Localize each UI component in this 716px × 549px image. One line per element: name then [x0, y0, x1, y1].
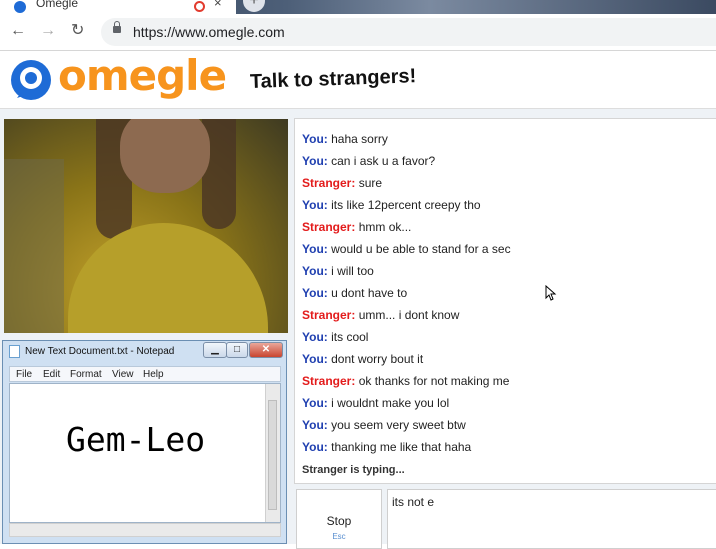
chat-message: You: i wouldnt make you lol — [302, 396, 450, 410]
scroll-thumb[interactable] — [268, 400, 277, 510]
chat-message: You: thanking me like that haha — [302, 440, 472, 454]
maximize-button[interactable]: □ — [226, 342, 248, 358]
chat-message: You: can i ask u a favor? — [302, 154, 436, 168]
tagline: Talk to strangers! — [249, 65, 417, 93]
chat-message: Stranger: umm... i dont know — [302, 308, 460, 322]
menu-format[interactable]: Format — [70, 369, 102, 380]
browser-toolbar: ← → ↻ https://www.omegle.com — [0, 14, 716, 51]
chat-message: Stranger: sure — [302, 176, 383, 190]
address-bar[interactable]: https://www.omegle.com — [101, 18, 716, 46]
horizontal-scrollbar[interactable] — [9, 523, 281, 537]
browser-tab-strip: Omegle × + — [0, 0, 716, 14]
forward-icon[interactable]: → — [40, 23, 56, 39]
lock-icon — [113, 21, 121, 33]
back-icon[interactable]: ← — [10, 23, 26, 39]
menu-edit[interactable]: Edit — [43, 369, 60, 380]
chat-message: You: haha sorry — [302, 132, 388, 146]
chat-message: You: u dont have to — [302, 286, 408, 300]
close-button[interactable]: ✕ — [249, 342, 283, 358]
notepad-text-area[interactable]: Gem-Leo — [9, 383, 281, 523]
menu-help[interactable]: Help — [143, 369, 164, 380]
tab-title: Omegle — [36, 0, 79, 10]
recording-icon — [194, 1, 205, 12]
chat-message: You: its like 12percent creepy tho — [302, 198, 481, 212]
message-input-text[interactable]: its not e — [392, 495, 434, 509]
logo-text[interactable]: omegle — [58, 51, 227, 100]
chat-message: You: you seem very sweet btw — [302, 418, 466, 432]
site-header: omegle Talk to strangers! — [0, 51, 716, 109]
stranger-video — [4, 119, 288, 333]
stop-key-hint: Esc — [332, 532, 346, 541]
chat-message: You: would u be able to stand for a sec — [302, 242, 511, 256]
chat-message: You: its cool — [302, 330, 369, 344]
stop-button[interactable]: Stop Esc — [296, 489, 382, 549]
notepad-title: New Text Document.txt - Notepad — [25, 346, 175, 357]
typing-status: Stranger is typing... — [302, 464, 405, 476]
message-input[interactable]: its not e — [387, 489, 716, 549]
stop-label: Stop — [326, 514, 352, 528]
browser-tab[interactable]: Omegle × — [0, 0, 236, 14]
menu-file[interactable]: File — [16, 369, 32, 380]
chat-message: Stranger: hmm ok... — [302, 220, 412, 234]
minimize-button[interactable]: ▁ — [203, 342, 227, 358]
chat-message: You: i will too — [302, 264, 374, 278]
omegle-logo-icon — [11, 60, 51, 100]
notepad-menu-bar: File Edit Format View Help — [9, 366, 281, 382]
notepad-icon — [9, 345, 20, 358]
chat-message: Stranger: ok thanks for not making me — [302, 374, 510, 388]
notepad-window[interactable]: New Text Document.txt - Notepad ▁ □ ✕ Fi… — [2, 340, 287, 544]
chat-message: You: dont worry bout it — [302, 352, 424, 366]
tab-close-icon[interactable]: × — [214, 0, 222, 10]
chat-log[interactable]: You: haha sorry You: can i ask u a favor… — [294, 118, 716, 484]
url-text[interactable]: https://www.omegle.com — [133, 24, 285, 40]
new-tab-button[interactable]: + — [243, 0, 265, 12]
reload-icon[interactable]: ↻ — [71, 23, 84, 39]
omegle-favicon-icon — [14, 1, 26, 13]
vertical-scrollbar[interactable] — [265, 384, 280, 522]
notepad-content[interactable]: Gem-Leo — [66, 420, 205, 459]
menu-view[interactable]: View — [112, 369, 134, 380]
omegle-page: omegle Talk to strangers! New Text Docum… — [0, 51, 716, 549]
mouse-cursor-icon — [545, 285, 557, 301]
